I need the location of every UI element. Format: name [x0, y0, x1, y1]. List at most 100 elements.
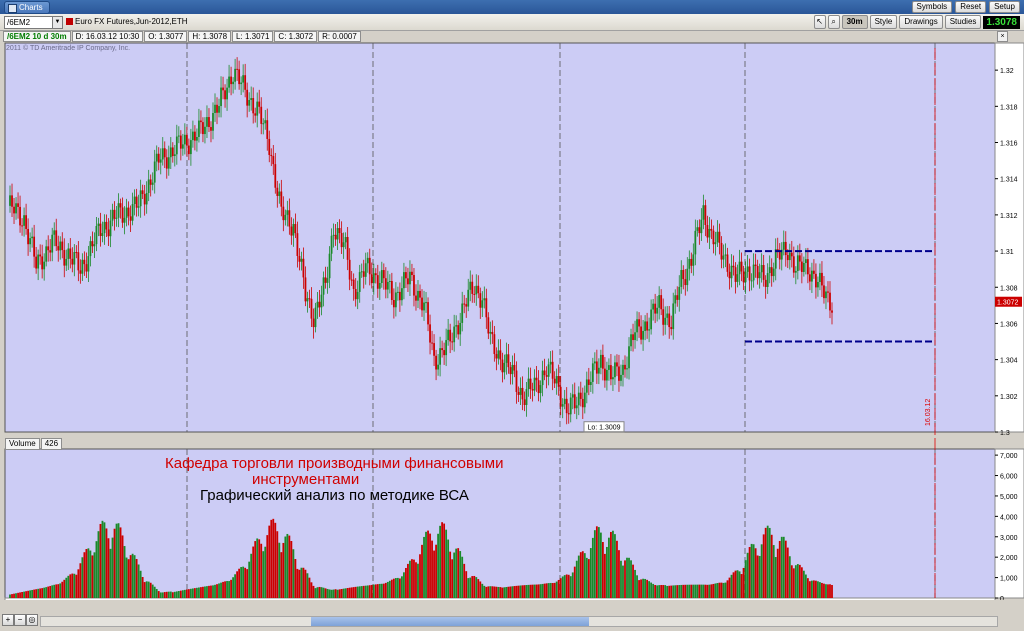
- volume-bar: [616, 540, 618, 598]
- volume-bar: [557, 579, 560, 598]
- zoom-icon[interactable]: ⌕: [827, 15, 840, 29]
- candle-body: [708, 228, 711, 238]
- candle-body: [513, 364, 516, 371]
- studies-button[interactable]: Studies: [944, 15, 982, 29]
- candle-body: [292, 223, 295, 236]
- candle-body: [91, 241, 94, 247]
- candle-body: [290, 226, 293, 236]
- volume-bar: [515, 585, 518, 598]
- candle-body: [177, 135, 180, 137]
- volume-bar: [107, 538, 110, 598]
- timeframe-button[interactable]: 30m: [841, 15, 868, 29]
- candle-body: [121, 207, 124, 223]
- candle-body: [780, 249, 783, 260]
- volume-bar: [505, 587, 508, 598]
- candle-body: [720, 242, 723, 260]
- volume-bar: [593, 530, 596, 598]
- setup-button[interactable]: Setup: [989, 1, 1020, 13]
- candle-body: [230, 76, 232, 85]
- close-icon[interactable]: ×: [997, 31, 1008, 42]
- volume-bar: [288, 535, 291, 598]
- volume-bar: [117, 523, 120, 598]
- volume-bar: [790, 565, 793, 598]
- volume-bar: [189, 588, 192, 598]
- volume-bar: [756, 555, 759, 598]
- candle-body: [507, 354, 510, 368]
- volume-bar: [31, 589, 34, 598]
- candle-body: [386, 281, 389, 290]
- candle-body: [441, 348, 444, 351]
- candle-body: [366, 257, 369, 264]
- candle-body: [728, 271, 731, 279]
- volume-bar: [688, 584, 691, 598]
- horizontal-scrollbar[interactable]: [40, 616, 998, 627]
- candle-body: [601, 354, 604, 369]
- style-button[interactable]: Style: [869, 15, 898, 29]
- candle-body: [282, 206, 285, 221]
- vol-y-tick-label: 2,000: [1000, 555, 1018, 562]
- candle-body: [411, 271, 413, 276]
- candle-body: [427, 302, 429, 325]
- symbol-input[interactable]: /6EM2: [4, 16, 54, 29]
- zoom-in-icon[interactable]: +: [2, 614, 14, 626]
- volume-bar: [829, 584, 831, 598]
- symbol-dropdown-icon[interactable]: ▼: [52, 16, 63, 29]
- candle-body: [266, 120, 269, 139]
- candle-body: [459, 322, 462, 335]
- candle-body: [465, 304, 468, 307]
- candle-body: [525, 389, 528, 405]
- cursor-icon[interactable]: ↖: [813, 15, 826, 29]
- candle-body: [254, 113, 257, 116]
- candle-body: [696, 227, 699, 231]
- volume-bar: [284, 536, 287, 598]
- candle-body: [706, 224, 709, 238]
- candle-body: [342, 242, 345, 248]
- candle-body: [89, 241, 92, 257]
- candle-body: [320, 294, 323, 308]
- charts-tab[interactable]: Charts: [4, 1, 50, 14]
- candle-body: [754, 264, 757, 267]
- candle-body: [368, 257, 371, 275]
- volume-bar: [280, 552, 283, 598]
- candle-body: [796, 255, 799, 271]
- volume-bar: [111, 537, 114, 598]
- volume-bar: [748, 547, 751, 598]
- volume-bar: [204, 586, 206, 598]
- candle-body: [218, 106, 220, 113]
- candle-body: [766, 273, 769, 287]
- volume-bar: [618, 550, 620, 598]
- volume-bar: [392, 578, 395, 598]
- candle-body: [573, 394, 576, 409]
- volume-bar: [696, 584, 699, 598]
- candle-body: [302, 258, 305, 278]
- volume-bar: [139, 570, 142, 598]
- candle-body: [599, 354, 602, 368]
- volume-bar: [326, 588, 329, 598]
- volume-bar: [65, 577, 68, 598]
- candle-body: [768, 267, 771, 274]
- volume-bar: [380, 583, 383, 598]
- candle-body: [41, 256, 44, 270]
- scrollbar-thumb[interactable]: [311, 617, 589, 626]
- volume-bar: [67, 575, 70, 598]
- candle-body: [531, 389, 534, 391]
- volume-bar: [141, 577, 144, 598]
- volume-bar: [495, 586, 498, 598]
- volume-bar: [135, 558, 138, 598]
- volume-bar: [224, 581, 226, 598]
- candle-body: [722, 255, 725, 260]
- volume-bar: [525, 585, 528, 598]
- volume-bar: [493, 586, 496, 598]
- zoom-out-icon[interactable]: −: [14, 614, 26, 626]
- candle-body: [97, 223, 100, 226]
- candle-body: [583, 392, 586, 408]
- candle-body: [449, 329, 452, 342]
- zoom-fit-icon[interactable]: ◎: [26, 614, 38, 626]
- reset-button[interactable]: Reset: [955, 1, 987, 13]
- candle-body: [549, 361, 552, 365]
- drawings-button[interactable]: Drawings: [899, 15, 943, 29]
- symbols-button[interactable]: Symbols: [911, 1, 953, 13]
- candle-body: [794, 270, 797, 273]
- candle-body: [258, 101, 261, 107]
- candle-body: [133, 196, 136, 204]
